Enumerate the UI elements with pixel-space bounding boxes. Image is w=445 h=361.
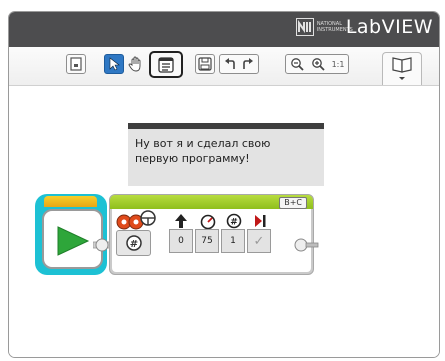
motor-ports-selector[interactable]: B+C xyxy=(279,197,307,209)
undo-icon[interactable] xyxy=(223,57,239,71)
ev3-editor-window: NATIONAL INSTRUMENTS LabVIEW 1:1 Ну вот … xyxy=(8,11,440,358)
ni-text: NATIONAL INSTRUMENTS xyxy=(316,21,353,33)
comment-icon xyxy=(158,56,174,73)
ni-logo-icon xyxy=(295,18,314,36)
svg-text:#: # xyxy=(130,239,138,250)
pan-hand-icon xyxy=(128,56,141,72)
steering-arrow-icon xyxy=(175,214,187,228)
save-icon xyxy=(198,57,212,71)
power-value[interactable]: 75 xyxy=(195,229,219,253)
undo-redo-group xyxy=(219,54,259,74)
start-block-header xyxy=(44,196,97,207)
zoom-in-icon[interactable] xyxy=(311,57,325,71)
brake-at-end-icon xyxy=(255,215,266,227)
move-block-header: B+C xyxy=(110,195,313,209)
labview-brand: NATIONAL INSTRUMENTS LabVIEW xyxy=(295,16,433,38)
program-properties-icon xyxy=(70,57,82,71)
steering-value[interactable]: 0 xyxy=(169,229,193,253)
title-bar: NATIONAL INSTRUMENTS LabVIEW xyxy=(9,12,439,47)
save-button[interactable] xyxy=(195,54,215,74)
toolbar: 1:1 xyxy=(9,47,439,86)
zoom-group: 1:1 xyxy=(285,54,349,74)
select-tool-button[interactable] xyxy=(104,54,124,74)
rotations-icon: # xyxy=(226,213,242,229)
move-steering-icon xyxy=(116,210,156,230)
move-steering-block[interactable]: B+C # # 0 75 1 ✓ xyxy=(109,194,314,275)
programming-canvas[interactable]: Ну вот я и сделал свою первую программу!… xyxy=(9,86,439,357)
pan-tool-button[interactable] xyxy=(126,54,146,74)
program-properties-button[interactable] xyxy=(66,54,86,74)
comment-tool-button[interactable] xyxy=(149,51,183,78)
select-icon xyxy=(109,57,120,71)
rotations-value[interactable]: 1 xyxy=(221,229,245,253)
comment-box[interactable]: Ну вот я и сделал свою первую программу! xyxy=(128,123,324,186)
content-editor-icon xyxy=(392,57,412,80)
brake-value[interactable]: ✓ xyxy=(247,229,271,253)
output-sequence-plug xyxy=(294,238,319,252)
zoom-reset-icon[interactable]: 1:1 xyxy=(332,60,345,69)
content-editor-tab[interactable] xyxy=(382,52,422,85)
labview-title: LabVIEW xyxy=(345,16,433,38)
comment-text[interactable]: Ну вот я и сделал свою первую программу! xyxy=(135,136,315,166)
zoom-out-icon[interactable] xyxy=(290,57,304,71)
play-icon[interactable] xyxy=(55,225,91,257)
mode-selector-button[interactable]: # xyxy=(116,230,151,256)
svg-text:#: # xyxy=(230,218,238,228)
power-gauge-icon xyxy=(200,214,216,229)
start-block[interactable] xyxy=(35,194,107,275)
redo-icon[interactable] xyxy=(239,57,255,71)
rotations-mode-icon: # xyxy=(126,235,142,251)
